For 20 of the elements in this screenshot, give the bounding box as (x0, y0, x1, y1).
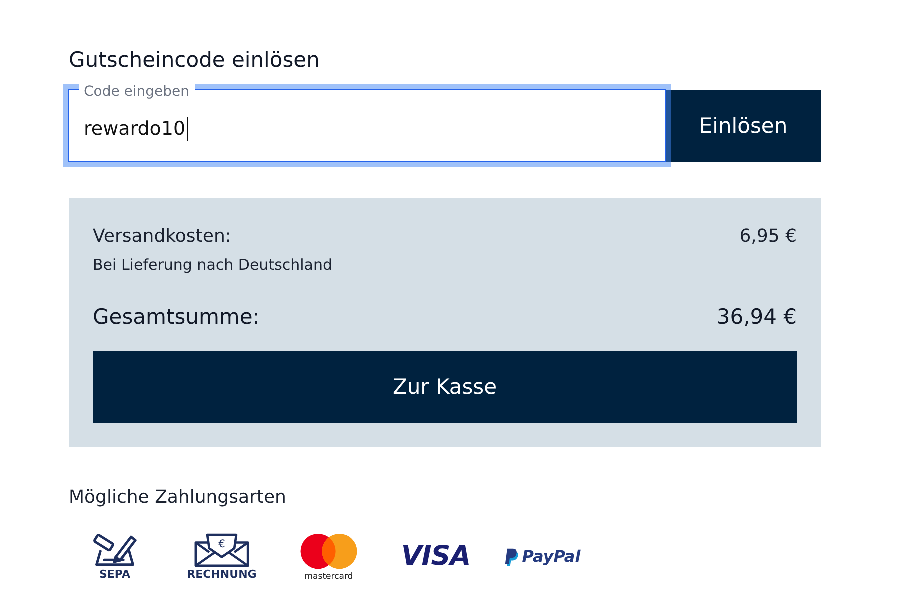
p-logo-icon (505, 546, 520, 568)
payment-method-label: RECHNUNG (187, 569, 257, 581)
text-cursor-icon (186, 116, 188, 140)
code-input-field[interactable]: Code eingeben rewardo10 (63, 84, 671, 167)
payment-methods-title: Mögliche Zahlungsarten (69, 486, 288, 510)
overlapping-circles-icon (299, 532, 359, 570)
payment-logo-text: PayPal (522, 547, 581, 567)
section-title: Gutscheincode einlösen (69, 47, 321, 74)
payment-method-label: mastercard (304, 572, 354, 582)
payment-logo-text: VISA (401, 542, 471, 572)
payment-method-label: SEPA (99, 569, 130, 581)
checkout-button[interactable]: Zur Kasse (93, 351, 797, 423)
shipping-label: Versandkosten: (93, 225, 232, 249)
total-label: Gesamtsumme: (93, 304, 260, 331)
floating-label: Code eingeben (79, 84, 195, 100)
total-amount: 36,94 € (716, 304, 797, 331)
shipping-amount: 6,95 € (740, 225, 797, 249)
pen-and-tray-icon (92, 533, 138, 568)
shipping-note: Bei Lieferung nach Deutschland (93, 255, 334, 276)
euro-sign: € (218, 538, 226, 551)
